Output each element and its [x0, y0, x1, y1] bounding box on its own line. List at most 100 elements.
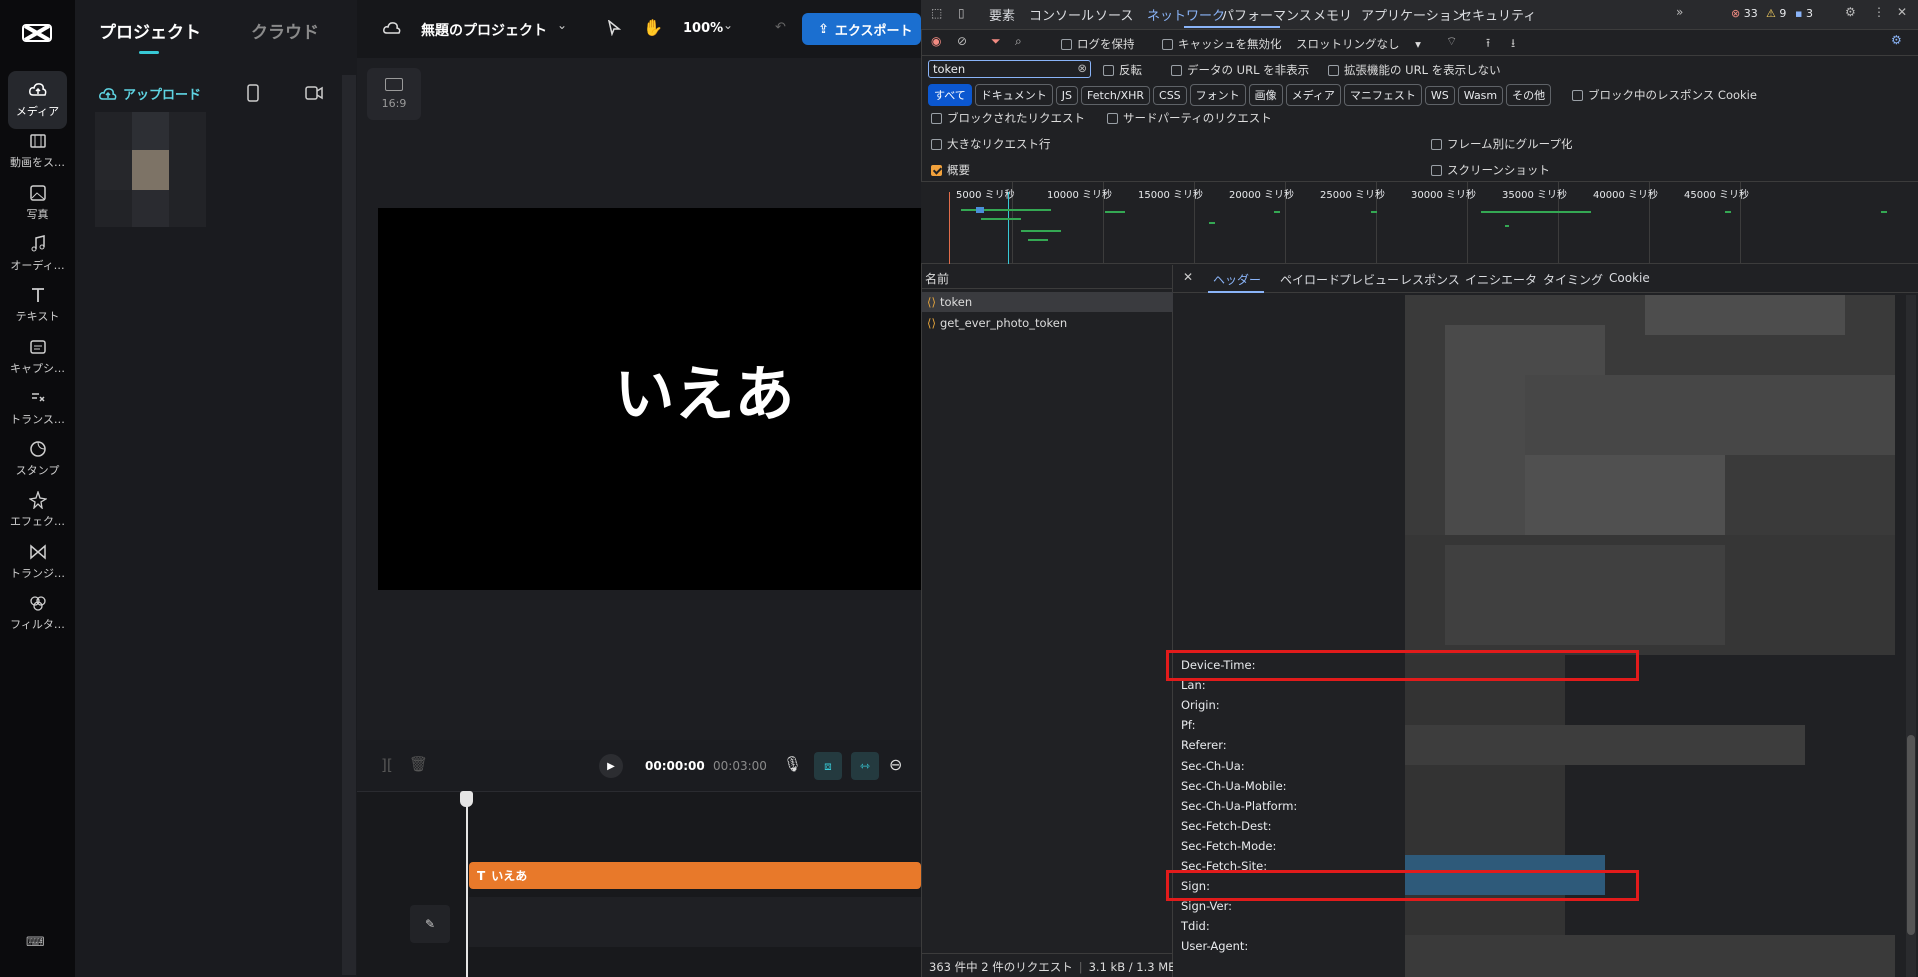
hide-data-urls-toggle[interactable]: データの URL を非表示	[1171, 62, 1309, 78]
rail-item-9[interactable]: トランジ…	[8, 533, 67, 591]
tab-cloud[interactable]: クラウド	[251, 18, 319, 43]
rail-item-0[interactable]: メディア	[8, 71, 67, 129]
pointer-icon[interactable]	[607, 20, 621, 36]
type-filter-9[interactable]: WS	[1424, 86, 1455, 105]
aspect-ratio-button[interactable]: 16:9	[367, 68, 421, 120]
rail-item-6[interactable]: トランス…	[8, 379, 67, 437]
devtools-tab-6[interactable]: アプリケーション	[1361, 5, 1465, 24]
detail-tab-4[interactable]: イニシエータ	[1465, 271, 1537, 288]
keyboard-icon[interactable]: ⌨	[26, 935, 45, 950]
chevron-down-icon[interactable]: ⌄	[557, 18, 567, 32]
big-rows-toggle[interactable]: 大きなリクエスト行	[931, 136, 1051, 152]
info-count[interactable]: ▪ 3	[1795, 7, 1813, 20]
third-party-toggle[interactable]: サードパーティのリクエスト	[1107, 110, 1272, 126]
warning-count[interactable]: ⚠ 9	[1766, 7, 1786, 20]
invert-toggle[interactable]: 反転	[1103, 62, 1142, 78]
zoom-out-icon[interactable]: ⊖	[889, 755, 902, 774]
play-button[interactable]: ▶	[599, 754, 623, 778]
type-filter-8[interactable]: マニフェスト	[1343, 84, 1422, 106]
type-filter-10[interactable]: Wasm	[1457, 86, 1504, 105]
preview-canvas[interactable]: いえあ	[378, 208, 921, 590]
detail-tab-2[interactable]: プレビュー	[1339, 271, 1399, 288]
disable-cache-toggle[interactable]: キャッシュを無効化	[1162, 36, 1282, 52]
media-thumbnail[interactable]	[95, 112, 206, 227]
import-har-icon[interactable]: ⭱	[1486, 34, 1490, 55]
network-settings-icon[interactable]: ⚙	[1891, 33, 1902, 47]
type-filter-7[interactable]: メディア	[1285, 84, 1341, 106]
network-conditions-icon[interactable]: ⌔	[1446, 34, 1457, 49]
name-column-header[interactable]: 名前	[921, 265, 1173, 289]
type-filter-1[interactable]: ドキュメント	[974, 84, 1053, 106]
detail-scrollbar[interactable]	[1906, 295, 1916, 977]
canvas-text[interactable]: いえあ	[378, 208, 921, 590]
hand-icon[interactable]: ✋	[643, 18, 663, 37]
devtools-tab-5[interactable]: メモリ	[1313, 5, 1352, 24]
delete-icon[interactable]: 🗑	[409, 755, 428, 773]
playhead[interactable]	[466, 792, 468, 977]
rail-item-4[interactable]: テキスト	[8, 276, 67, 334]
filter-input[interactable]: token ⊗	[928, 60, 1091, 78]
type-filter-5[interactable]: フォント	[1189, 84, 1246, 106]
devtools-tab-0[interactable]: 要素	[989, 5, 1015, 24]
zoom-level[interactable]: 100%	[683, 21, 723, 36]
rail-item-7[interactable]: スタンプ	[8, 430, 67, 488]
link-icon[interactable]: ⇿	[851, 752, 879, 780]
devtools-tab-4[interactable]: パフォーマンス	[1221, 5, 1312, 24]
overview-toggle[interactable]: 概要	[931, 162, 970, 178]
detail-tab-5[interactable]: タイミング	[1543, 271, 1603, 288]
rail-item-5[interactable]: キャプシ…	[8, 328, 67, 386]
edit-icon[interactable]: ✎	[410, 905, 450, 943]
devtools-tab-1[interactable]: コンソール	[1029, 5, 1094, 24]
split-icon[interactable]: ][	[381, 756, 393, 774]
project-name[interactable]: 無題のプロジェクト	[421, 20, 547, 40]
kebab-menu-icon[interactable]: ⋮	[1873, 5, 1885, 19]
rail-item-3[interactable]: オーディ…	[8, 225, 67, 283]
search-icon[interactable]: ⌕	[1015, 34, 1022, 49]
devtools-tab-7[interactable]: セキュリティ	[1459, 5, 1536, 24]
tab-project[interactable]: プロジェクト	[99, 18, 201, 43]
microphone-icon[interactable]: 🎙	[783, 755, 802, 773]
rail-item-2[interactable]: 写真	[8, 174, 67, 232]
phone-icon[interactable]	[247, 84, 259, 102]
empty-track[interactable]	[469, 897, 921, 947]
type-filter-4[interactable]: CSS	[1153, 86, 1187, 105]
playhead-handle[interactable]	[460, 791, 473, 807]
detail-tab-0[interactable]: ヘッダー	[1213, 271, 1261, 288]
close-devtools-icon[interactable]: ✕	[1897, 5, 1907, 19]
blocked-requests-toggle[interactable]: ブロックされたリクエスト	[931, 110, 1085, 126]
text-clip[interactable]: T いえあ	[469, 862, 921, 889]
upload-button[interactable]: アップロード	[99, 84, 201, 103]
error-count[interactable]: ⊗ 33	[1731, 7, 1758, 20]
detail-tab-3[interactable]: レスポンス	[1400, 271, 1460, 288]
group-by-frame-toggle[interactable]: フレーム別にグループ化	[1431, 136, 1572, 152]
type-filter-3[interactable]: Fetch/XHR	[1081, 86, 1151, 105]
type-filter-11[interactable]: その他	[1506, 84, 1552, 106]
blocked-cookies-toggle[interactable]: ブロック中のレスポンス Cookie	[1572, 87, 1757, 103]
undo-icon[interactable]: ↶	[775, 20, 786, 35]
export-button[interactable]: ⇪ エクスポート	[802, 13, 921, 45]
clear-icon[interactable]: ⊘	[957, 34, 967, 48]
record-icon[interactable]: ◉	[931, 34, 941, 48]
rail-item-10[interactable]: フィルタ…	[8, 584, 67, 642]
inspect-icon[interactable]: ⬚	[931, 6, 942, 20]
hide-extension-urls-toggle[interactable]: 拡張機能の URL を表示しない	[1328, 62, 1501, 78]
more-tabs-icon[interactable]: »	[1676, 5, 1683, 19]
request-row[interactable]: ⟨⟩ get_ever_photo_token	[921, 313, 1173, 333]
network-overview[interactable]: 5000 ミリ秒 10000 ミリ秒 15000 ミリ秒 20000 ミリ秒 25000…	[921, 182, 1918, 264]
detail-tab-1[interactable]: ペイロード	[1280, 271, 1340, 288]
auto-snap-icon[interactable]: ⧈	[814, 752, 842, 780]
devtools-tab-3[interactable]: ネットワーク	[1147, 5, 1225, 24]
preserve-log-toggle[interactable]: ログを保持	[1061, 36, 1135, 52]
rail-item-8[interactable]: エフェク…	[8, 481, 67, 539]
request-row[interactable]: ⟨⟩ token	[921, 292, 1173, 312]
settings-gear-icon[interactable]: ⚙	[1845, 5, 1856, 19]
throttling-select[interactable]: スロットリングなし ▾	[1296, 36, 1421, 52]
close-detail-icon[interactable]: ✕	[1183, 270, 1193, 284]
panel-scrollbar[interactable]	[342, 75, 356, 975]
devtools-tab-2[interactable]: ソース	[1095, 5, 1133, 24]
type-filter-6[interactable]: 画像	[1248, 84, 1283, 106]
scrollbar-thumb[interactable]	[1907, 735, 1915, 935]
rail-item-1[interactable]: 動画をス…	[8, 122, 67, 180]
type-filter-0[interactable]: すべて	[928, 84, 972, 106]
camera-icon[interactable]	[305, 86, 323, 100]
